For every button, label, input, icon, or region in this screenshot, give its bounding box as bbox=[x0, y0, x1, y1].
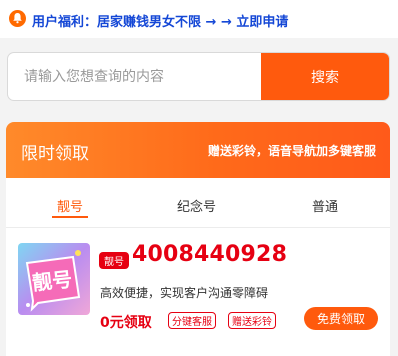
number-type-tabs: 靓号 纪念号 普通 bbox=[6, 178, 390, 228]
card-promo-text: 赠送彩铃，语音导航加多键客服 bbox=[207, 144, 376, 158]
liang-hao-badge: 靓号 bbox=[99, 252, 129, 269]
active-tab-indicator bbox=[52, 216, 88, 218]
notice-bar[interactable]: 用户福利：居家赚钱男女不限 → → 立即申请 bbox=[0, 0, 398, 38]
limited-offer-card: 限时领取 赠送彩铃，语音导航加多键客服 靓号 纪念号 普通 靓号 靓号 4008… bbox=[6, 122, 390, 356]
notice-text[interactable]: 用户福利：居家赚钱男女不限 → → 立即申请 bbox=[32, 11, 288, 30]
card-header: 限时领取 赠送彩铃，语音导航加多键客服 bbox=[6, 122, 390, 178]
bell-icon bbox=[9, 10, 26, 27]
search-button[interactable]: 搜索 bbox=[261, 53, 389, 100]
liang-hao-thumbnail: 靓号 bbox=[18, 243, 90, 315]
tab-liang-hao[interactable]: 靓号 bbox=[57, 196, 83, 215]
tab-ji-nian-hao[interactable]: 纪念号 bbox=[177, 196, 216, 215]
card-title: 限时领取 bbox=[21, 144, 89, 164]
tab-pu-tong[interactable]: 普通 bbox=[312, 196, 338, 215]
tag-fen-jian-kefu: 分键客服 bbox=[168, 312, 216, 329]
search-bar: 搜索 bbox=[7, 52, 390, 101]
phone-number[interactable]: 4008440928 bbox=[132, 242, 287, 267]
search-input[interactable] bbox=[8, 53, 262, 100]
tag-zeng-song-cailing: 赠送彩铃 bbox=[228, 312, 276, 329]
free-claim-button[interactable]: 免费领取 bbox=[304, 307, 378, 330]
thumbnail-text: 靓号 bbox=[31, 266, 74, 296]
price-label: 0元领取 bbox=[100, 315, 152, 331]
item-description: 高效便捷，实现客户沟通零障碍 bbox=[100, 286, 269, 300]
